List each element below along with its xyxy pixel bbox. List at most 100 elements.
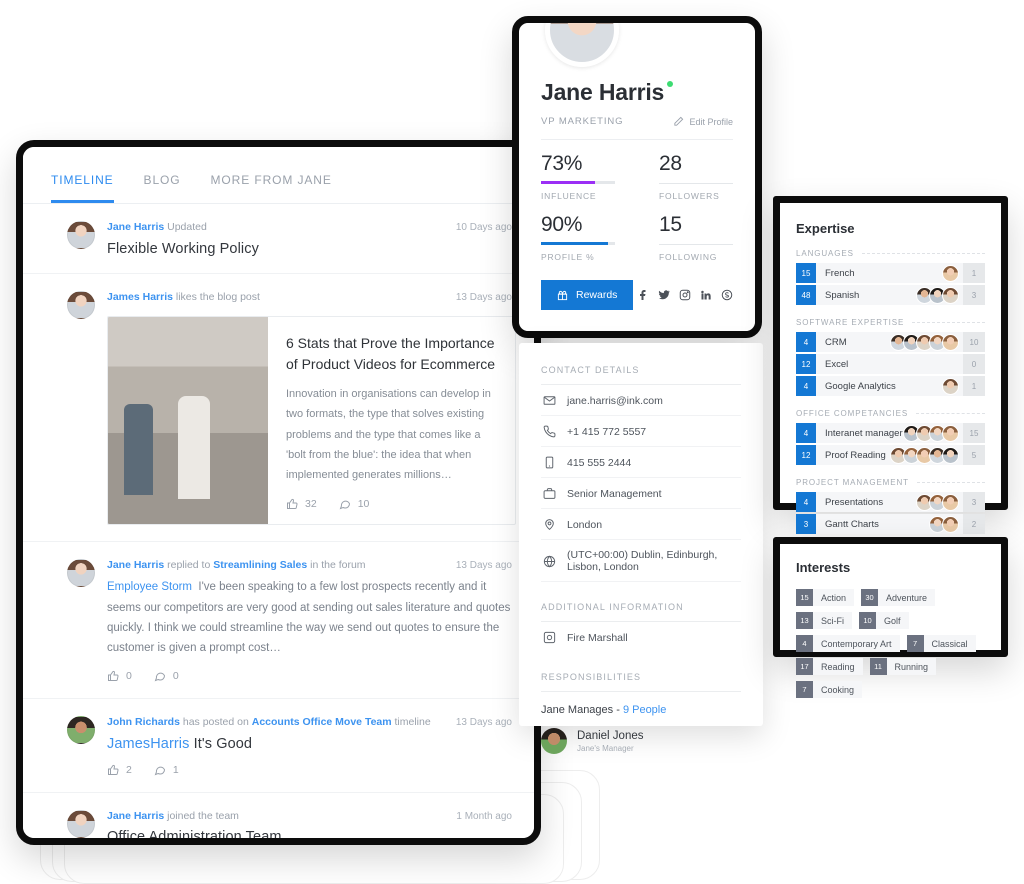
profile-name-row: Jane Harris	[541, 79, 733, 106]
expertise-row[interactable]: 4 Google Analytics 1	[796, 376, 985, 396]
twitter-icon[interactable]	[658, 289, 670, 301]
interest-chip[interactable]: 15 Action	[796, 589, 855, 606]
expertise-row[interactable]: 12 Excel 0	[796, 354, 985, 374]
timeline-item[interactable]: Jane Harris joined the team Office Admin…	[23, 793, 534, 838]
contact-row-location[interactable]: London	[541, 509, 741, 540]
comment-icon	[339, 500, 350, 510]
avatar[interactable]	[541, 728, 567, 754]
expertise-row[interactable]: 12 Proof Reading 5	[796, 445, 985, 465]
timeline-item[interactable]: Jane Harris Updated Flexible Working Pol…	[23, 204, 534, 274]
tab-timeline[interactable]: TIMELINE	[51, 173, 114, 203]
item-timestamp: 13 Days ago	[455, 716, 512, 728]
contact-row-timezone[interactable]: (UTC+00:00) Dublin, Edinburgh, Lisbon, L…	[541, 540, 741, 582]
blog-post-card[interactable]: 6 Stats that Prove the Importance of Pro…	[107, 316, 516, 525]
expertise-row[interactable]: 4 CRM 10	[796, 332, 985, 352]
timeline-item[interactable]: John Richards has posted on Accounts Off…	[23, 699, 534, 793]
expertise-badge: 15	[796, 263, 816, 283]
stat-followers[interactable]: 28 FOLLOWERS	[659, 152, 733, 201]
interest-chip[interactable]: 17 Reading	[796, 658, 863, 675]
avatar[interactable]	[942, 515, 959, 533]
item-headline-link[interactable]: JamesHarris	[107, 736, 189, 752]
interest-chip[interactable]: 7 Classical	[906, 635, 976, 652]
avatar[interactable]	[942, 424, 959, 442]
linkedin-icon[interactable]	[700, 289, 712, 301]
profile-role: VP MARKETING	[541, 116, 624, 127]
contact-section-title: CONTACT DETAILS	[541, 365, 741, 385]
contact-row-department[interactable]: Senior Management	[541, 478, 741, 509]
contact-row-mobile[interactable]: 415 555 2444	[541, 447, 741, 478]
stat-profile-pct: 90% PROFILE %	[541, 213, 615, 262]
timeline-item[interactable]: James Harris likes the blog post 6 Stats…	[23, 274, 534, 542]
globe-icon	[543, 555, 556, 568]
contact-row-email[interactable]: jane.harris@ink.com	[541, 385, 741, 416]
item-action: has posted on	[179, 715, 252, 728]
item-link[interactable]: Accounts Office Move Team	[252, 716, 392, 728]
avatar[interactable]	[67, 715, 95, 744]
interest-chip[interactable]: 11 Running	[869, 658, 937, 675]
interest-label: Adventure	[886, 592, 928, 603]
item-headline[interactable]: Office Administration Team	[107, 829, 516, 838]
avatar[interactable]	[67, 558, 95, 587]
interest-chip[interactable]: 4 Contemporary Art	[796, 635, 900, 652]
comment-action[interactable]: 0	[154, 670, 179, 682]
comment-action[interactable]: 1	[154, 764, 179, 776]
item-author[interactable]: Jane Harris	[107, 810, 164, 822]
item-headline-link[interactable]: Employee Storm	[107, 581, 192, 593]
interest-chip[interactable]: 13 Sci-Fi	[796, 612, 852, 629]
interest-chip[interactable]: 10 Golf	[859, 612, 909, 629]
item-author[interactable]: John Richards	[107, 716, 180, 728]
profile-avatar[interactable]	[545, 23, 619, 67]
item-timestamp: 13 Days ago	[455, 291, 512, 303]
expertise-row[interactable]: 4 Interanet manager 15	[796, 423, 985, 443]
edit-profile-button[interactable]: Edit Profile	[673, 116, 733, 127]
interests-card: Interests 15 Action 30 Adventure 13 Sci-Fi 10 G…	[773, 537, 1008, 698]
like-action[interactable]: 32	[286, 498, 317, 510]
expertise-row[interactable]: 15 French 1	[796, 263, 985, 283]
manager-row[interactable]: Daniel Jones Jane's Manager	[541, 728, 741, 754]
like-action[interactable]: 0	[107, 670, 132, 682]
expertise-row[interactable]: 4 Presentations 3	[796, 492, 985, 512]
avatar[interactable]	[942, 286, 959, 304]
avatar[interactable]	[942, 264, 959, 282]
additional-row-fire-marshall[interactable]: Fire Marshall	[541, 622, 741, 652]
item-headline[interactable]: Flexible Working Policy	[107, 241, 516, 257]
avatar[interactable]	[67, 290, 95, 319]
avatar[interactable]	[942, 493, 959, 511]
contact-row-phone[interactable]: +1 415 772 5557	[541, 416, 741, 447]
instagram-icon[interactable]	[679, 289, 691, 301]
skype-icon[interactable]	[721, 289, 733, 301]
divider	[916, 413, 985, 414]
item-link[interactable]: Streamlining Sales	[213, 559, 307, 571]
interest-chip[interactable]: 7 Cooking	[796, 681, 863, 698]
expertise-row[interactable]: 3 Gantt Charts 2	[796, 514, 985, 534]
tab-blog[interactable]: BLOG	[144, 173, 181, 203]
item-headline[interactable]: JamesHarris It's Good	[107, 736, 516, 752]
tab-more-from-jane[interactable]: MORE FROM JANE	[211, 173, 332, 203]
mobile-icon	[543, 456, 556, 469]
rewards-button[interactable]: Rewards	[541, 280, 634, 310]
item-author[interactable]: Jane Harris	[107, 559, 164, 571]
item-action: likes the blog post	[172, 290, 260, 303]
expertise-groups: LANGUAGES 15 French 1 48 Spanish 3 SOFTWARE EXP…	[796, 249, 985, 534]
expertise-name: Excel	[825, 358, 849, 370]
expertise-group-title: SOFTWARE EXPERTISE	[796, 318, 905, 327]
interest-chip[interactable]: 30 Adventure	[861, 589, 936, 606]
stat-following[interactable]: 15 FOLLOWING	[659, 213, 733, 262]
expertise-row[interactable]: 48 Spanish 3	[796, 285, 985, 305]
expertise-avatars	[916, 286, 963, 304]
contact-value: Senior Management	[567, 487, 662, 500]
avatar[interactable]	[942, 446, 959, 464]
like-action[interactable]: 2	[107, 764, 132, 776]
manages-count[interactable]: 9 People	[623, 704, 666, 716]
avatar[interactable]	[942, 333, 959, 351]
item-author[interactable]: James Harris	[107, 291, 173, 303]
avatar[interactable]	[67, 809, 95, 838]
timeline-item[interactable]: Jane Harris replied to Streamlining Sale…	[23, 542, 534, 699]
post-title[interactable]: 6 Stats that Prove the Importance of Pro…	[286, 333, 497, 374]
avatar[interactable]	[67, 221, 95, 249]
facebook-icon[interactable]	[637, 289, 649, 301]
comment-action[interactable]: 10	[339, 498, 369, 510]
item-author[interactable]: Jane Harris	[107, 221, 164, 233]
avatar[interactable]	[942, 377, 959, 395]
expertise-group-title: PROJECT MANAGEMENT	[796, 478, 909, 487]
